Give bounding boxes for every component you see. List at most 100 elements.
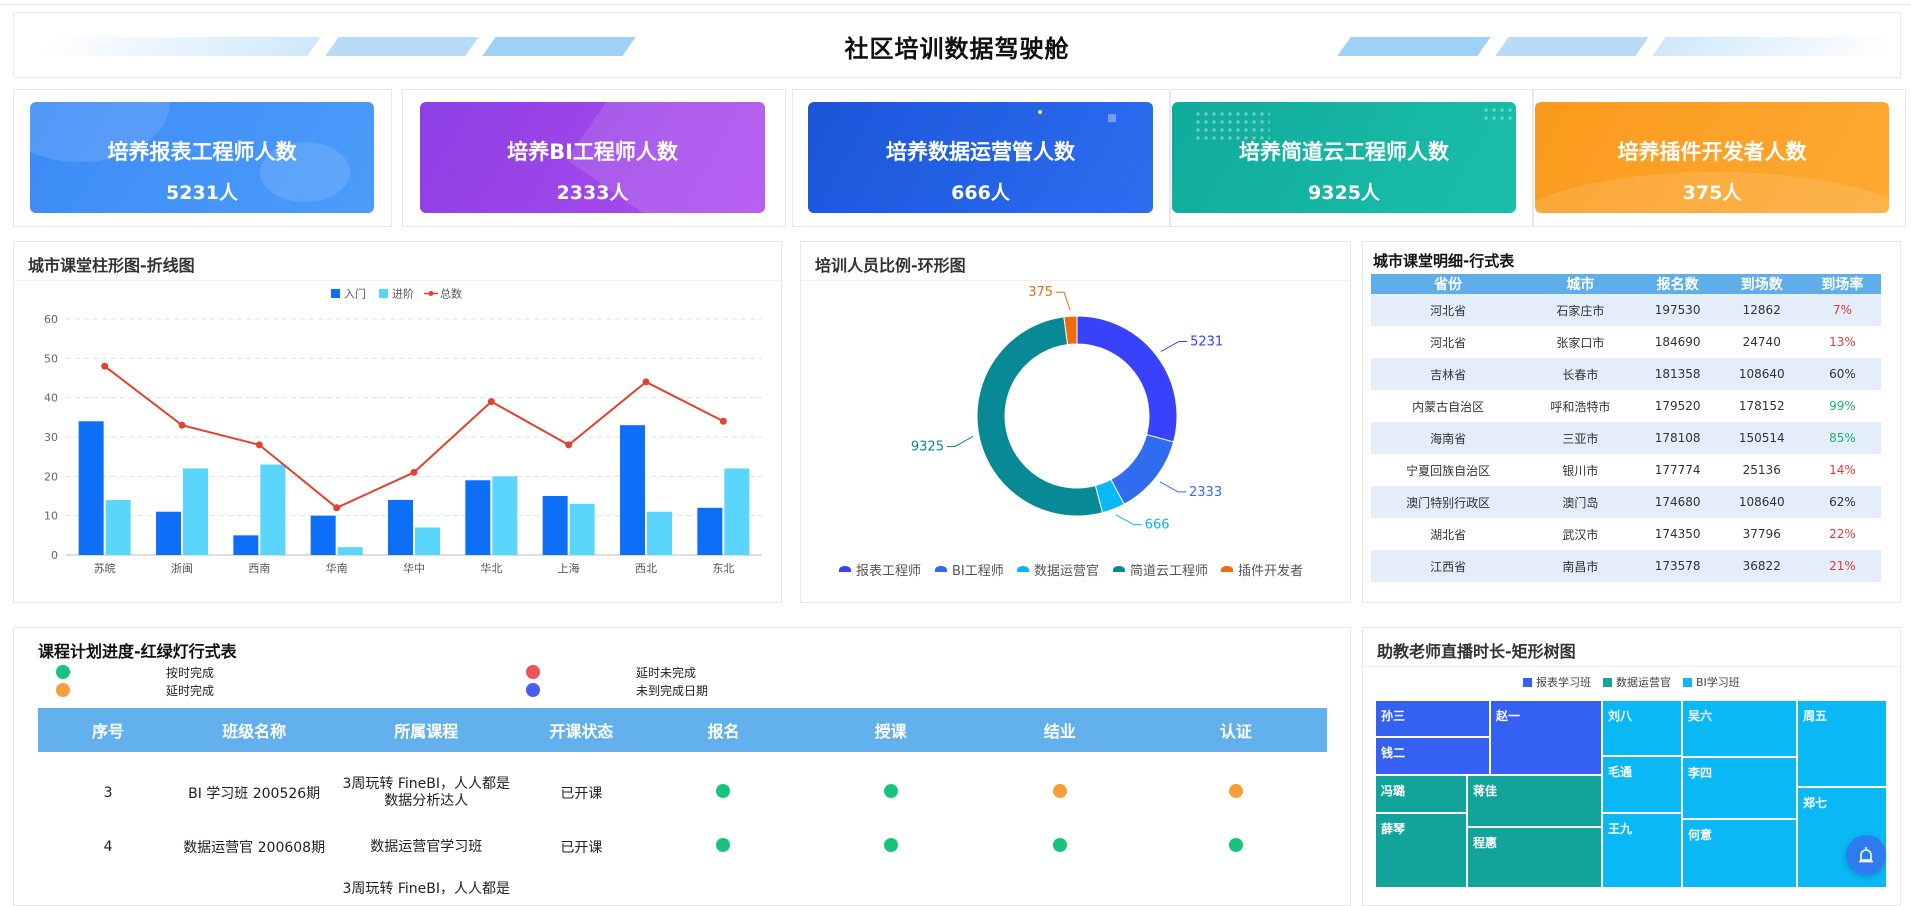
legend-label: 按时完成 xyxy=(166,666,215,680)
table-cell: 25136 xyxy=(1742,463,1781,477)
table-cell: 呼和浩特市 xyxy=(1550,399,1611,414)
column-header: 报名数 xyxy=(1635,274,1720,294)
city-table: 省份 城市 报名数 到场数 到场率 河北省 石家庄市 197530 12862 7% 河北省 张家口… xyxy=(1371,274,1881,582)
x-tick-label: 西南 xyxy=(248,562,270,575)
treemap-cell: 冯璐 xyxy=(1375,775,1467,813)
kpi-label: 培养报表工程师人数 xyxy=(107,140,297,164)
legend-label: 入门 xyxy=(344,287,366,301)
light-cell xyxy=(807,820,975,874)
bar-进阶 xyxy=(337,547,363,555)
status-light xyxy=(716,784,731,798)
header-stripe-right-3 xyxy=(1652,37,1896,56)
treemap-cell: 钱二 xyxy=(1375,737,1490,775)
line-point xyxy=(719,417,727,425)
table-cell: 河北省 xyxy=(1371,294,1526,326)
column-header: 开课状态 xyxy=(522,708,641,752)
light-cell xyxy=(640,766,806,820)
alarm-icon xyxy=(1859,847,1873,863)
column-header: 序号 xyxy=(38,708,179,752)
y-tick-label: 50 xyxy=(44,352,58,365)
treemap-cell: 蒋佳 xyxy=(1467,775,1602,827)
legend-item: 数据运营官 xyxy=(1603,676,1671,689)
table-cell: 武汉市 xyxy=(1562,527,1599,542)
x-tick-label: 华中 xyxy=(403,561,425,575)
y-tick-label: 0 xyxy=(51,549,58,562)
table-cell: 银川市 xyxy=(1562,463,1599,478)
table-cell: 178108 xyxy=(1635,422,1720,454)
status-light xyxy=(716,838,731,852)
kpi-decoration xyxy=(1038,110,1042,114)
bar-入门 xyxy=(388,499,413,555)
line-point xyxy=(255,441,263,449)
treemap-cell: 程惠 xyxy=(1467,827,1602,888)
status-light xyxy=(1228,784,1243,798)
legend-swatch xyxy=(1683,678,1692,687)
donut-legend: 报表工程师 BI工程师 数据运营官 简道云工程师 插件开发者 xyxy=(839,563,1303,579)
table-cell: 36822 xyxy=(1719,550,1804,582)
treemap-cell: 薛琴 xyxy=(1375,813,1467,888)
legend-swatch xyxy=(935,570,947,572)
column-header: 班级名称 xyxy=(178,708,331,752)
table-cell: 37796 xyxy=(1742,527,1781,541)
x-tick-label: 东北 xyxy=(712,562,734,575)
treemap: 孙三 钱二 赵一 冯璐 薛琴 蒋佳 程惠 刘八 毛通 王九 吴六 李四 何意 周五 郑七 xyxy=(1375,700,1887,888)
legend-item-late-unfinished: 延时未完成 xyxy=(526,664,696,680)
treemap-cell: 李四 xyxy=(1682,757,1797,819)
legend-swatch xyxy=(1221,566,1233,570)
table-cell: 数据运营官 200608期 xyxy=(183,840,326,856)
rate-cell: 62% xyxy=(1803,486,1881,518)
table-row: 海南省 三亚市 178108 150514 85% xyxy=(1371,422,1881,454)
alarm-button[interactable] xyxy=(1846,835,1886,875)
status-light xyxy=(1052,784,1067,798)
status-cell: 已开课 xyxy=(560,840,603,856)
legend-swatch xyxy=(1523,678,1532,687)
kpi-label: 培养简道云工程师人数 xyxy=(1239,140,1449,164)
table-cell: 108640 xyxy=(1719,358,1804,390)
kpi-value: 375人 xyxy=(1682,182,1742,204)
kpi-label: 培养数据运营管人数 xyxy=(886,140,1075,164)
donut-chart: 5231 2333 666 9325 375 报表工程师 BI工程师 数据运营官 简道云工程师 插… xyxy=(839,285,1303,579)
treemap-panel: 助教老师直播时长-矩形树图 报表学习班 数据运营官 BI学习班 孙三 钱二 赵一 冯璐 薛琴… xyxy=(1362,627,1901,906)
bar-进阶 xyxy=(647,511,672,555)
table-cell: 海南省 xyxy=(1371,422,1526,454)
course-name: 3周玩转 FineBI，人人都是 xyxy=(342,881,511,897)
kpi-card-plugin-developers: 培养插件开发者人数 375人 xyxy=(1535,102,1889,213)
legend-label: 报表学习班 xyxy=(1536,676,1591,689)
table-cell: 宁夏回族自治区 xyxy=(1406,463,1491,478)
table-row: 澳门特别行政区 澳门岛 174680 108640 62% xyxy=(1371,486,1881,518)
table-row: 3 BI 学习班 200526期 3周玩转 FineBI，人人都是数据分析达人 已开课 xyxy=(38,766,1327,820)
table-cell: 12862 xyxy=(1719,294,1804,326)
legend-label: 总数 xyxy=(440,287,462,301)
legend-label: 报表工程师 xyxy=(856,564,921,579)
legend-dot xyxy=(526,682,540,697)
course-name: 3周玩转 FineBI，人人都是数据分析达人 xyxy=(342,776,511,809)
kpi-value: 9325人 xyxy=(1308,182,1380,204)
plan-table-body: 3 BI 学习班 200526期 3周玩转 FineBI，人人都是数据分析达人 已开课… xyxy=(38,752,1327,905)
table-cell: 三亚市 xyxy=(1525,422,1636,454)
treemap-cell: 毛通 xyxy=(1602,756,1682,813)
legend-item-late-finished: 延时完成 xyxy=(56,682,214,698)
panel-divider xyxy=(14,280,781,281)
bar-line-chart: 入门 进阶 总数 0 10 20 30 40 50 60 苏皖 浙闽 西南 华南 华中 华北 上海 西北 东北 xyxy=(44,287,762,575)
leader-line xyxy=(946,436,974,447)
legend-label: 未到完成日期 xyxy=(636,684,709,698)
table-cell: 179520 xyxy=(1654,399,1701,413)
column-header: 结业 xyxy=(974,708,1145,752)
y-tick-label: 40 xyxy=(44,392,58,405)
plan-table-header: 序号 班级名称 所属课程 开课状态 报名 授课 结业 认证 xyxy=(38,708,1327,752)
table-row: 4 数据运营官 200608期 数据运营官学习班 已开课 xyxy=(38,820,1327,874)
table-cell: 石家庄市 xyxy=(1525,294,1636,326)
donut-chart-panel: 培训人员比例-环形图 5231 2333 666 9325 375 报表工程师 BI工程师 数… xyxy=(800,241,1351,603)
leader-line xyxy=(1115,514,1142,526)
table-cell: 173578 xyxy=(1635,550,1720,582)
column-header: 到场数 xyxy=(1719,274,1804,294)
leader-line xyxy=(1160,340,1188,352)
table-cell: 长春市 xyxy=(1525,358,1636,390)
column-header: 省份 xyxy=(1371,274,1526,294)
treemap-cell: 王九 xyxy=(1602,813,1682,888)
table-cell: 江西省 xyxy=(1371,550,1526,582)
table-cell: 内蒙古自治区 xyxy=(1412,399,1485,414)
table-cell: 张家口市 xyxy=(1556,335,1605,350)
status-light xyxy=(1052,838,1067,852)
legend-item-not-due: 未到完成日期 xyxy=(526,682,708,698)
